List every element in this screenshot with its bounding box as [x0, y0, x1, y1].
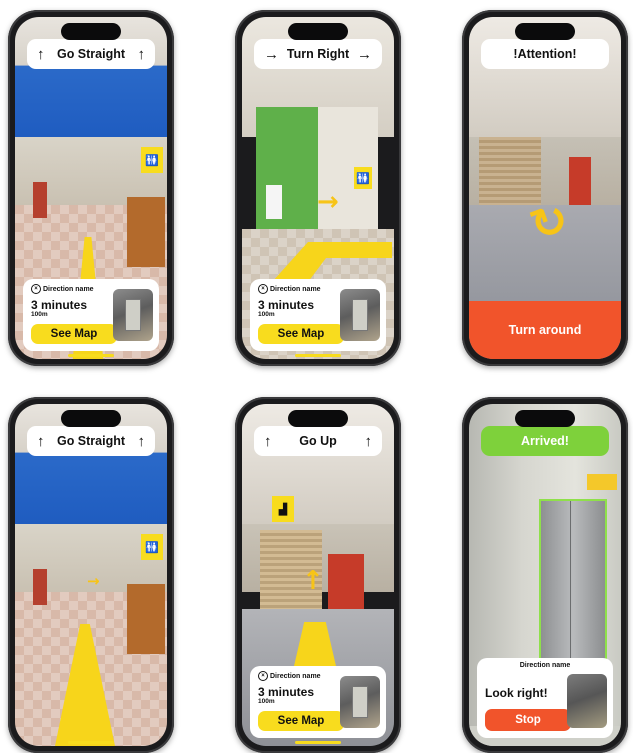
arrow-up-icon: ↑ — [264, 432, 272, 450]
arrow-right-icon: → — [264, 45, 279, 63]
arrival-instruction: Look right! — [485, 686, 548, 700]
direction-text: Go Straight — [56, 434, 126, 448]
arrow-up-icon: ↑ — [37, 432, 45, 450]
home-indicator — [295, 741, 341, 744]
direction-banner: ↑ Go Straight ↑ — [27, 426, 155, 456]
arrival-card: Direction name Look right! Stop — [477, 658, 613, 738]
phone-screen: 🚻 ↑ Go Straight ↑ × Direction name 3 minu… — [15, 17, 167, 359]
map-thumbnail[interactable] — [567, 674, 607, 728]
arrow-up-icon: ↑ — [37, 45, 45, 63]
direction-banner: ↑ Go Straight ↑ — [27, 39, 155, 69]
home-indicator — [68, 741, 114, 744]
direction-banner: ↑ Go Up ↑ — [254, 426, 382, 456]
restroom-sign-icon: 🚻 — [354, 167, 372, 189]
arrow-right-icon: → — [357, 45, 372, 63]
stairs-sign-icon: ▟ — [272, 496, 294, 522]
restroom-sign-icon: 🚻 — [141, 147, 163, 173]
map-thumbnail[interactable] — [340, 676, 380, 728]
turn-right-ar-arrow-icon: → — [317, 187, 339, 217]
see-map-button[interactable]: See Map — [258, 711, 344, 731]
direction-name-label: Direction name — [43, 285, 94, 293]
phone-arrived: Arrived! Direction name Look right! Stop — [462, 397, 628, 753]
arrived-text: Arrived! — [521, 434, 569, 448]
eta-minutes: 3 minutes — [258, 298, 315, 312]
close-icon[interactable]: × — [31, 284, 41, 294]
home-indicator — [68, 354, 114, 357]
eta-minutes: 3 minutes — [258, 685, 315, 699]
go-up-ar-arrow-icon: ↑ — [302, 566, 324, 596]
phone-screen: 🚻 → → Turn Right → × Direction name 3 min… — [242, 17, 394, 359]
direction-card: × Direction name 3 minutes 100m See Map — [23, 279, 159, 351]
phone-turn-right: 🚻 → → Turn Right → × Direction name 3 min… — [235, 10, 401, 366]
arrived-banner: Arrived! — [481, 426, 609, 456]
alert-banner: !Attention! — [481, 39, 609, 69]
phone-go-straight-2: → 🚻 ↑ Go Straight ↑ — [8, 397, 174, 753]
phone-screen: ↑ ▟ ↑ Go Up ↑ × Direction name 3 minutes … — [242, 404, 394, 746]
map-thumbnail[interactable] — [113, 289, 153, 341]
arrow-up-icon: ↑ — [137, 45, 146, 63]
map-thumbnail[interactable] — [340, 289, 380, 341]
direction-card: × Direction name 3 minutes 100m See Map — [250, 666, 386, 738]
see-map-button[interactable]: See Map — [31, 324, 117, 344]
see-map-button[interactable]: See Map — [258, 324, 344, 344]
close-icon[interactable]: × — [258, 284, 268, 294]
elevator-door — [539, 499, 607, 675]
direction-text: Turn Right — [286, 47, 350, 61]
eta-minutes: 3 minutes — [31, 298, 88, 312]
distance: 100m — [258, 311, 275, 318]
direction-text: Go Up — [299, 434, 337, 448]
direction-card: × Direction name 3 minutes 100m See Map — [250, 279, 386, 351]
phone-screen: → 🚻 ↑ Go Straight ↑ — [15, 404, 167, 746]
direction-name-label: Direction name — [519, 662, 571, 669]
phone-screen: Arrived! Direction name Look right! Stop — [469, 404, 621, 746]
phone-attention: ↻ !Attention! Turn around — [462, 10, 628, 366]
turn-right-ar-arrow-icon: → — [87, 572, 100, 590]
arrow-up-icon: ↑ — [364, 432, 373, 450]
arrow-up-icon: ↑ — [137, 432, 146, 450]
phone-go-straight-1: 🚻 ↑ Go Straight ↑ × Direction name 3 minu… — [8, 10, 174, 366]
turn-around-button[interactable]: Turn around — [469, 301, 621, 359]
home-indicator — [295, 354, 341, 357]
distance: 100m — [31, 311, 48, 318]
distance: 100m — [258, 698, 275, 705]
direction-text: Go Straight — [56, 47, 126, 61]
restroom-sign-icon: 🚻 — [141, 534, 163, 560]
direction-banner: → Turn Right → — [254, 39, 382, 69]
phone-screen: ↻ !Attention! Turn around — [469, 17, 621, 359]
stop-button[interactable]: Stop — [485, 709, 571, 731]
close-icon[interactable]: × — [258, 671, 268, 681]
alert-text: !Attention! — [513, 47, 577, 61]
direction-name-label: Direction name — [270, 285, 321, 293]
direction-name-label: Direction name — [270, 672, 321, 680]
phone-go-up: ↑ ▟ ↑ Go Up ↑ × Direction name 3 minutes … — [235, 397, 401, 753]
